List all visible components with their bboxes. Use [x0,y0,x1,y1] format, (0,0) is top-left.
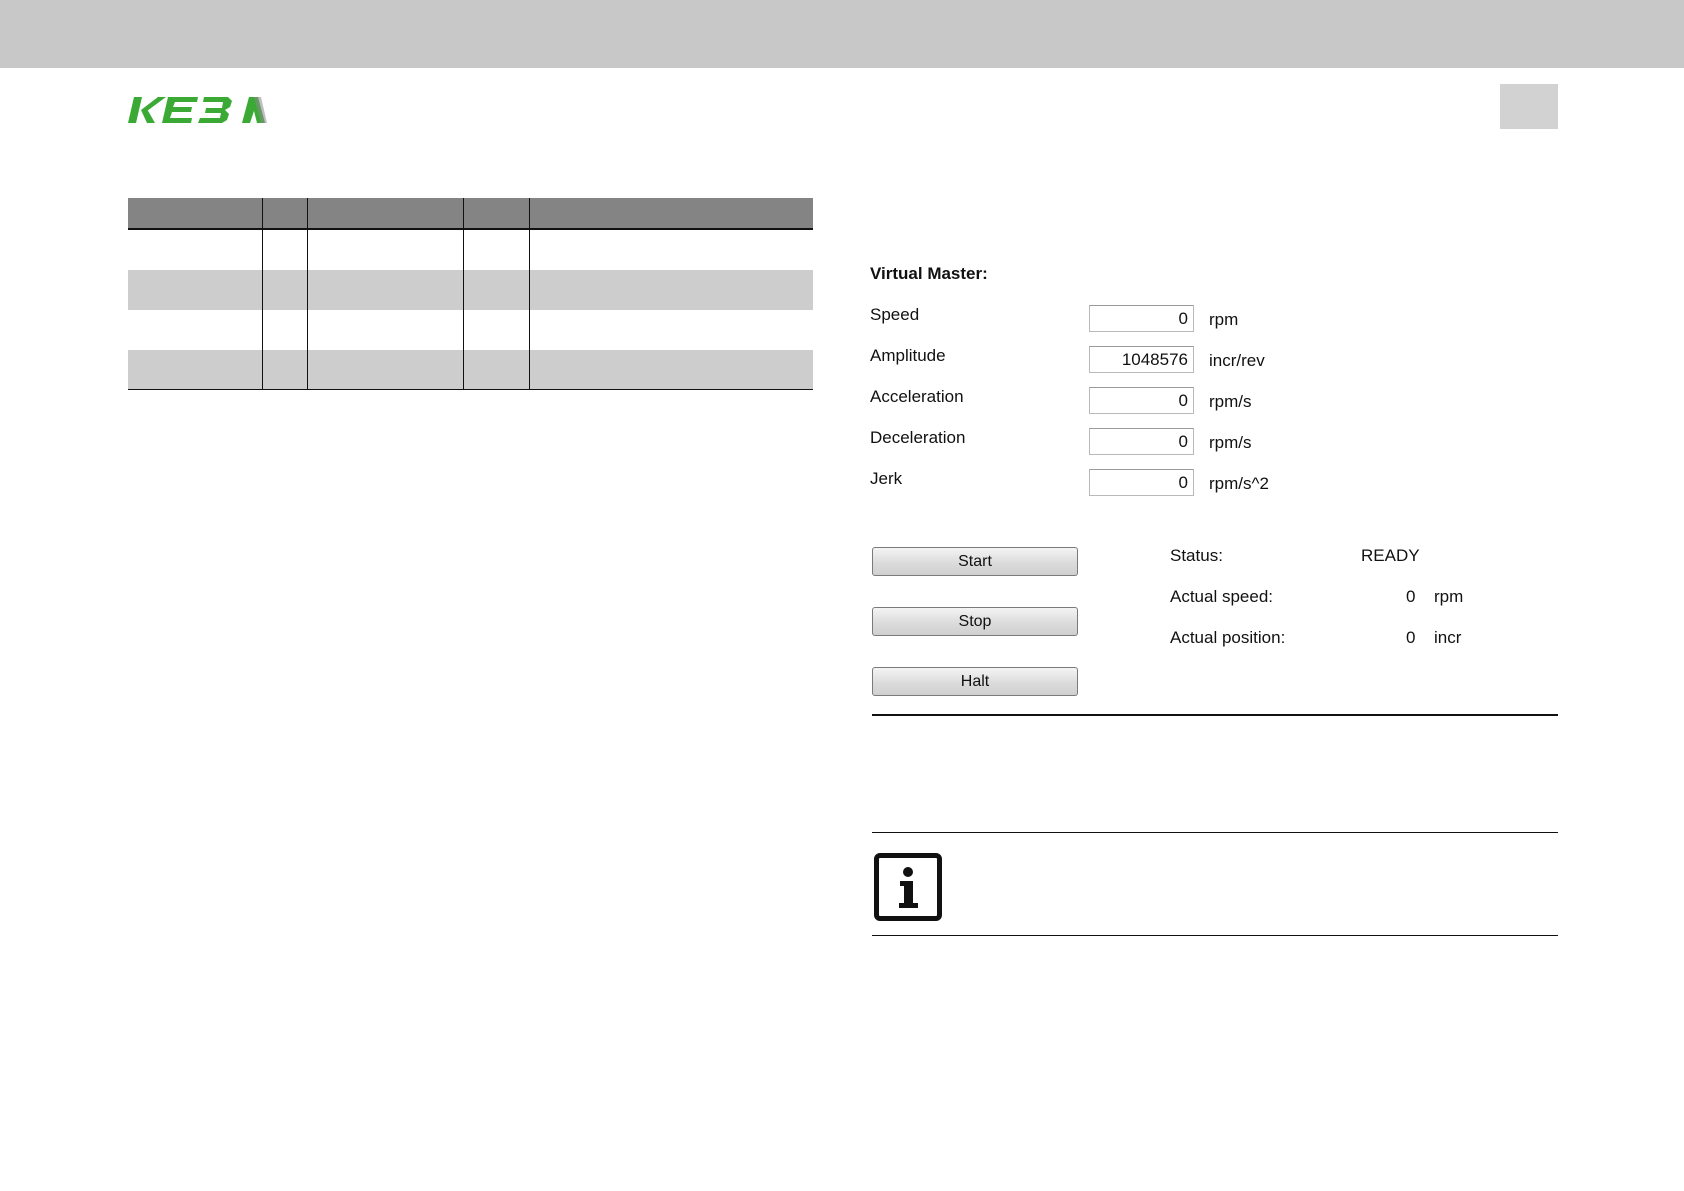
jerk-input[interactable] [1089,469,1194,496]
data-table [128,198,813,390]
actual-position-label: Actual position: [1170,628,1286,647]
speed-input[interactable] [1089,305,1194,332]
speed-unit: rpm [1209,310,1239,329]
actual-speed-unit: rpm [1434,587,1464,606]
halt-button[interactable]: Halt [872,667,1078,696]
jerk-unit: rpm/s^2 [1209,474,1269,493]
actual-speed-value: 0 [1406,587,1416,606]
table-row [128,310,813,350]
table-header-row [128,198,813,230]
note-top-rule [872,832,1558,833]
amplitude-input[interactable] [1089,346,1194,373]
deceleration-input[interactable] [1089,428,1194,455]
keba-logo [128,95,268,130]
jerk-label: Jerk [870,469,903,488]
table-header-cell [261,198,307,230]
status-label: Status: [1170,546,1223,565]
start-button[interactable]: Start [872,547,1078,576]
virtual-master-title: Virtual Master: [870,264,988,283]
table-header-cell [528,198,813,230]
amplitude-label: Amplitude [870,346,946,365]
deceleration-unit: rpm/s [1209,433,1252,452]
actual-position-unit: incr [1434,628,1462,647]
stop-button[interactable]: Stop [872,607,1078,636]
status-value: READY [1361,546,1420,565]
table-row [128,229,813,270]
table-header-cell [462,198,529,230]
keba-logo-icon [128,97,267,123]
deceleration-label: Deceleration [870,428,966,447]
actual-position-value: 0 [1406,628,1416,647]
amplitude-unit: incr/rev [1209,351,1265,370]
info-icon [874,853,942,921]
acceleration-input[interactable] [1089,387,1194,414]
speed-label: Speed [870,305,920,324]
table-header-cell [306,198,463,230]
note-bottom-rule [872,935,1558,936]
page-number-badge [1500,84,1558,129]
section-divider [872,714,1558,716]
acceleration-label: Acceleration [870,387,964,406]
table-header-cell [128,198,262,230]
table-row [128,350,813,390]
actual-speed-label: Actual speed: [1170,587,1274,606]
acceleration-unit: rpm/s [1209,392,1252,411]
top-bar [0,0,1684,68]
table-row [128,270,813,310]
